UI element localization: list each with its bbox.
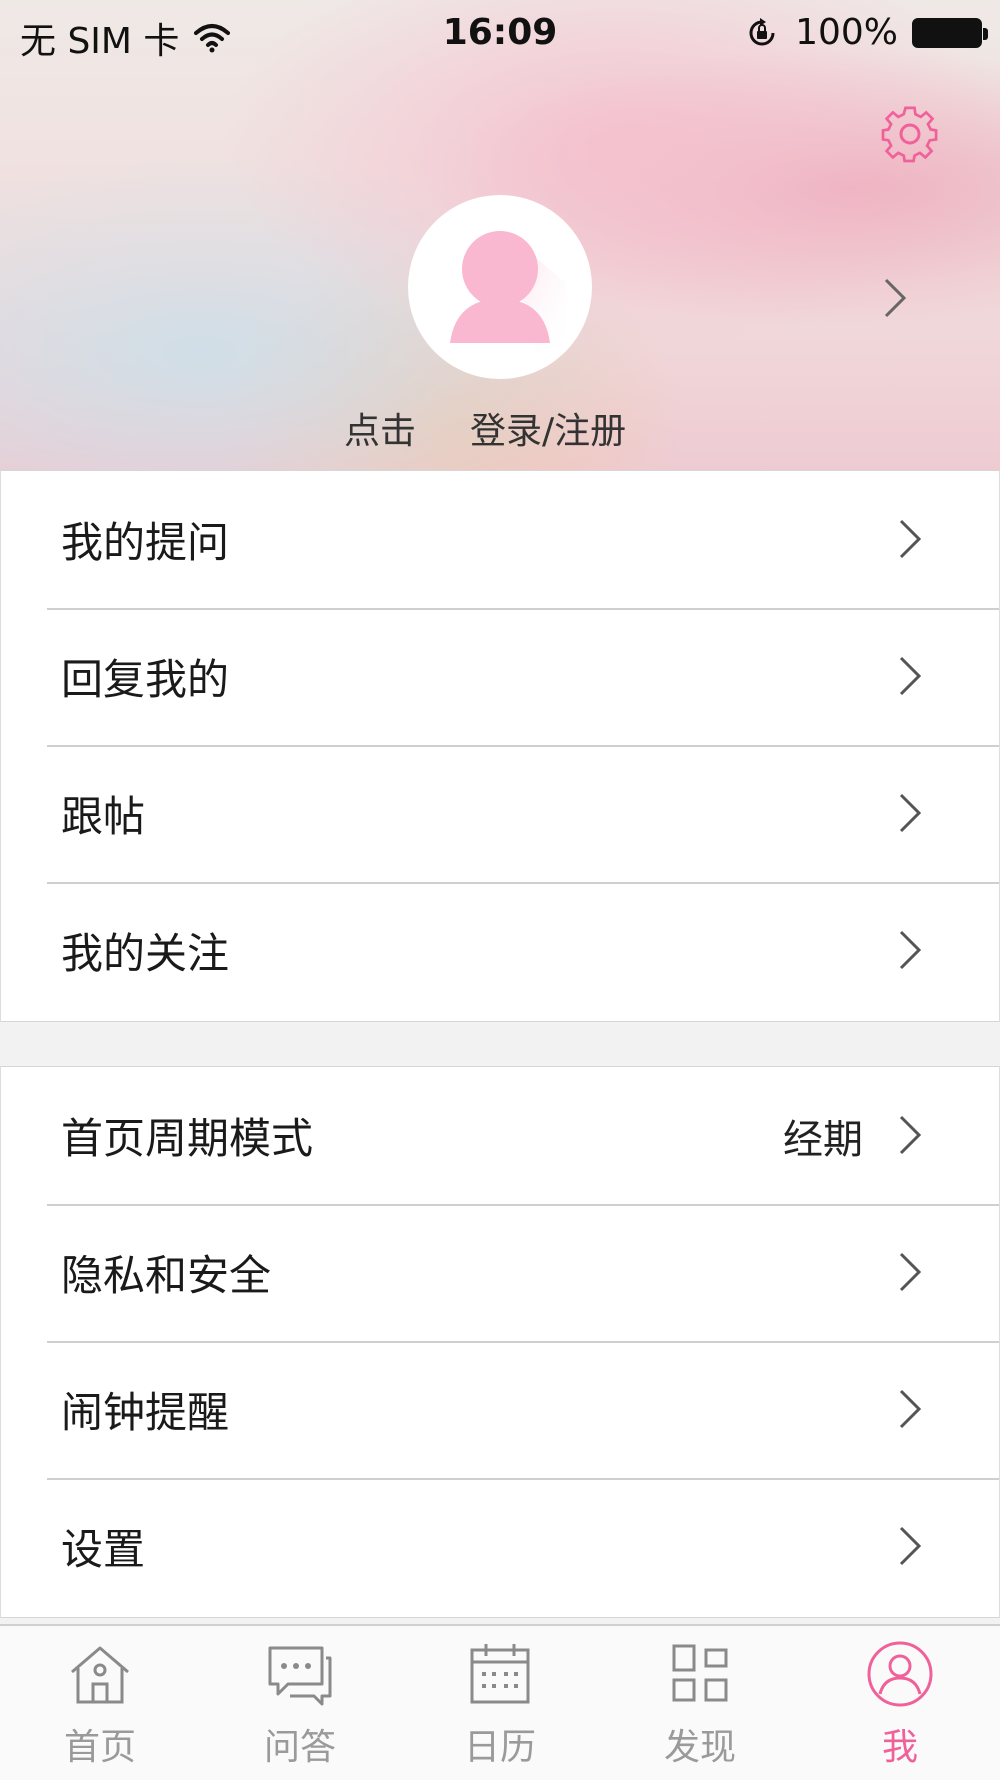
menu-item-label: 跟帖 (61, 792, 146, 841)
menu-item-label: 我的提问 (61, 518, 230, 567)
menu-item-my-questions[interactable]: 我的提问 (1, 471, 999, 608)
tab-label: 日历 (463, 1727, 536, 1768)
chat-icon (268, 1646, 332, 1706)
tab-calendar[interactable]: 日历 (400, 1626, 600, 1780)
menu-item-label: 设置 (61, 1525, 146, 1574)
chevron-right-icon (899, 519, 922, 559)
chevron-right-icon (899, 930, 922, 970)
menu-item-label: 首页周期模式 (61, 1114, 314, 1163)
menu-item-privacy[interactable]: 隐私和安全 (1, 1204, 999, 1341)
menu-item-replies[interactable]: 回复我的 (1, 608, 999, 745)
menu-item-label: 隐私和安全 (61, 1251, 272, 1300)
tab-me[interactable]: 我 (800, 1626, 1000, 1780)
tab-discover[interactable]: 发现 (600, 1626, 800, 1780)
person-avatar-icon (450, 231, 566, 353)
menu-item-label: 回复我的 (61, 655, 230, 704)
login-row[interactable]: 点击 登录/注册 (0, 402, 1000, 452)
calendar-icon (470, 1644, 530, 1704)
chevron-right-icon (899, 793, 922, 833)
menu-item-settings[interactable]: 设置 (1, 1478, 999, 1615)
menu-item-cycle-mode[interactable]: 首页周期模式 经期 (1, 1067, 999, 1204)
tab-label: 问答 (263, 1727, 336, 1768)
battery-icon (912, 17, 988, 48)
login-click-label: 点击 (344, 411, 417, 452)
status-right: 100% (743, 12, 988, 53)
menu-item-label: 闹钟提醒 (61, 1388, 230, 1437)
tab-label: 发现 (663, 1727, 736, 1768)
tab-qa[interactable]: 问答 (200, 1626, 400, 1780)
avatar[interactable] (408, 195, 592, 379)
tab-bar: 首页 问答 日历 发现 我 (0, 1624, 1000, 1780)
profile-chevron-icon[interactable] (880, 276, 910, 320)
gear-icon[interactable] (880, 104, 940, 164)
profile-header: 无 SIM 卡 16:09 100% 点击 登录/注册 (0, 0, 1000, 470)
home-icon (71, 1646, 129, 1704)
menu-group-activity: 我的提问 回复我的 跟帖 我的关注 (0, 470, 1000, 1022)
chevron-right-icon (899, 1526, 922, 1566)
grid-icon (672, 1644, 728, 1702)
status-bar: 无 SIM 卡 16:09 100% (0, 0, 1000, 68)
tab-label: 我 (881, 1727, 918, 1768)
tab-home[interactable]: 首页 (0, 1626, 200, 1780)
menu-item-following[interactable]: 我的关注 (1, 882, 999, 1019)
menu-item-alarm[interactable]: 闹钟提醒 (1, 1341, 999, 1478)
login-register-link[interactable]: 登录/注册 (470, 402, 626, 454)
chevron-right-icon (899, 1115, 922, 1155)
menu-item-label: 我的关注 (61, 929, 230, 978)
person-icon (867, 1641, 933, 1707)
menu-item-follow-posts[interactable]: 跟帖 (1, 745, 999, 882)
chevron-right-icon (899, 656, 922, 696)
menu-group-settings: 首页周期模式 经期 隐私和安全 闹钟提醒 设置 (0, 1066, 1000, 1618)
chevron-right-icon (899, 1389, 922, 1429)
battery-percent: 100% (795, 12, 898, 53)
tab-label: 首页 (63, 1727, 136, 1768)
rotation-lock-icon (749, 17, 775, 45)
chevron-right-icon (899, 1252, 922, 1292)
cycle-mode-value: 经期 (783, 1116, 863, 1163)
